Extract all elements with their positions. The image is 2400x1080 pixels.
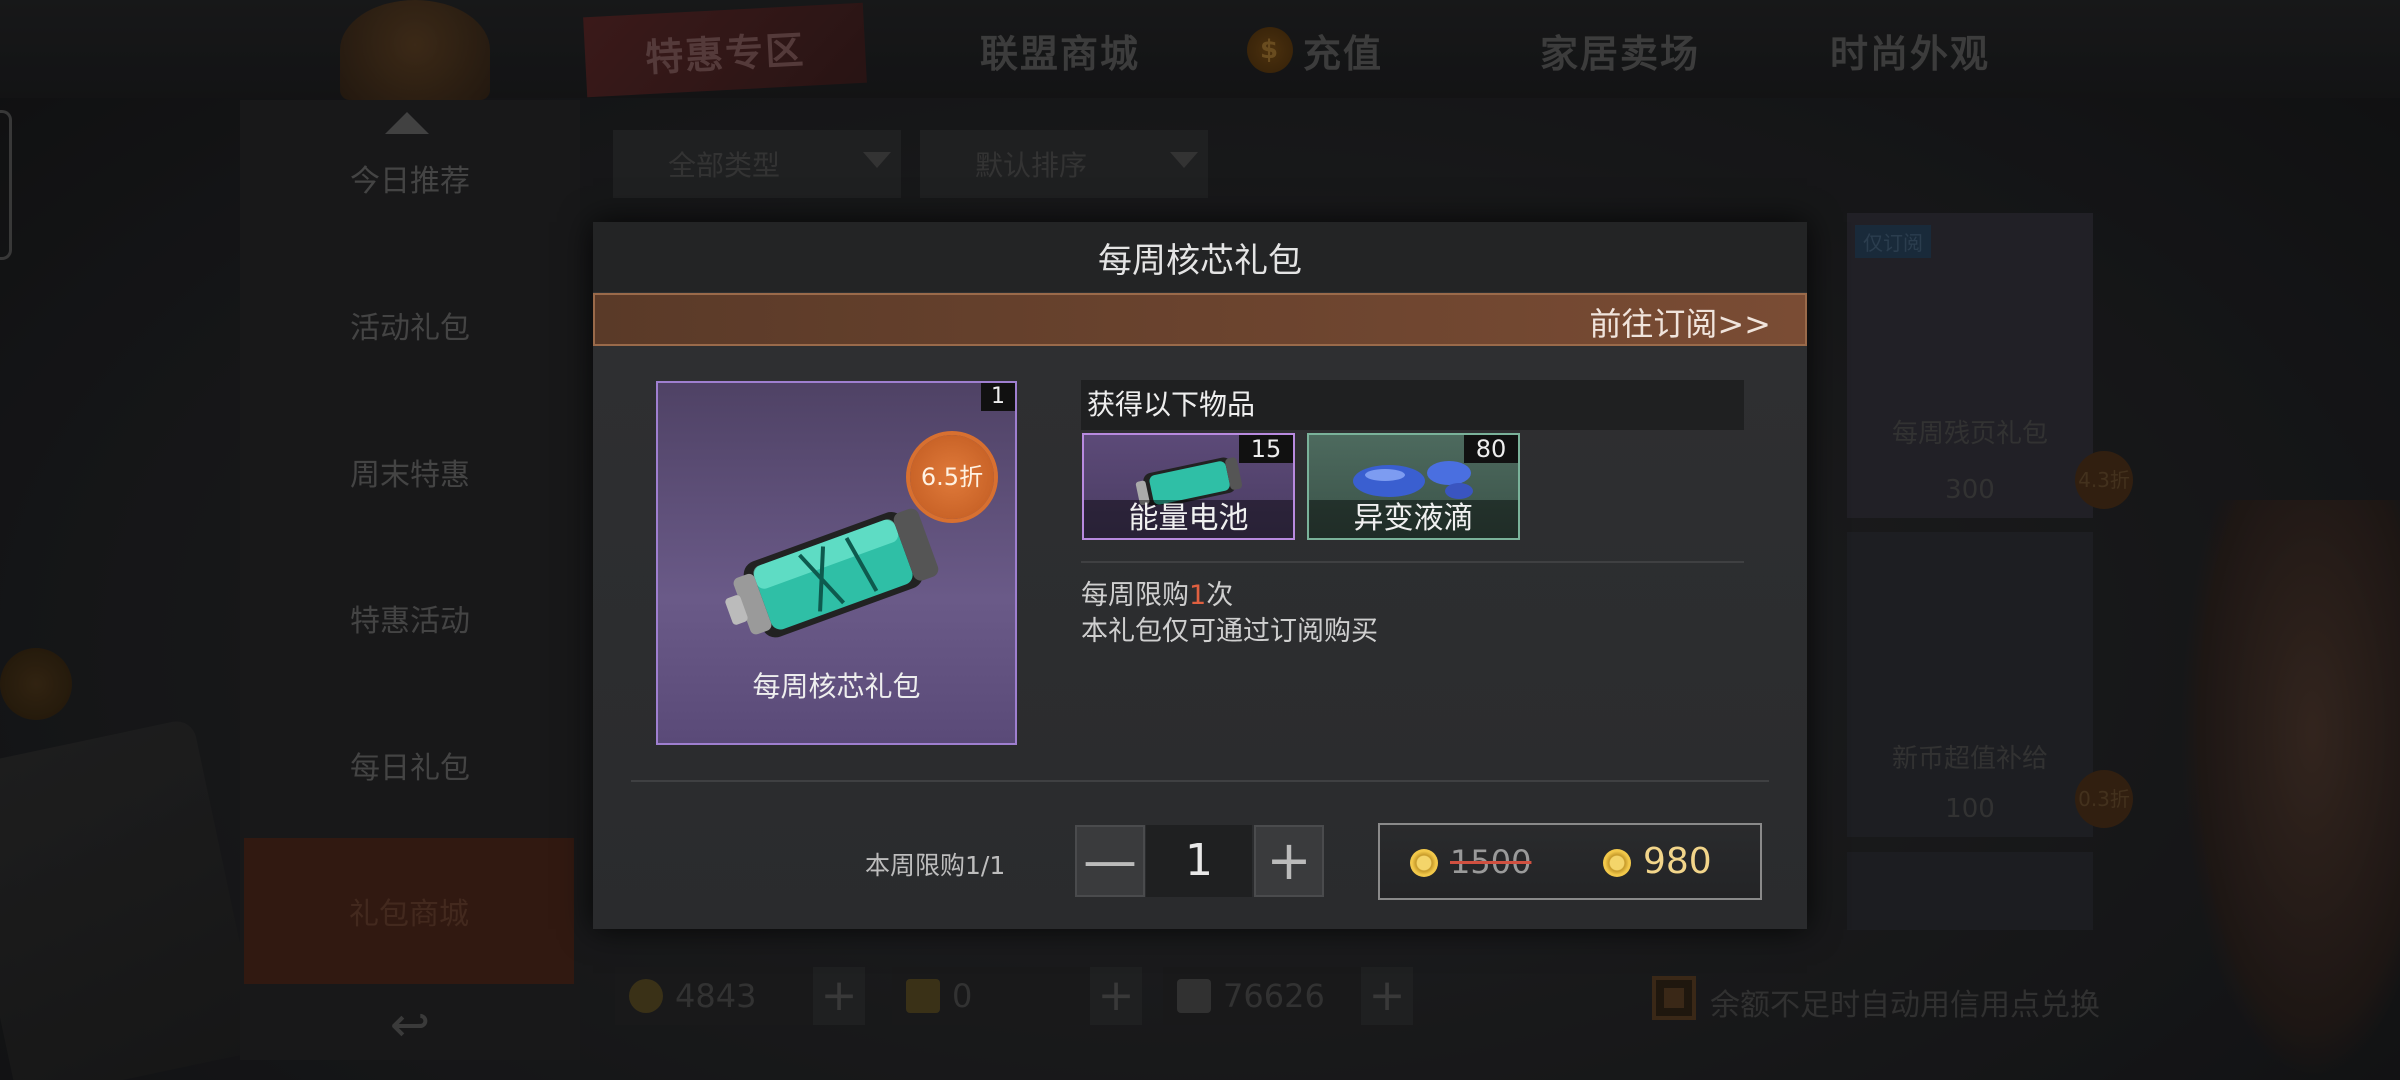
reward-item-energy-battery[interactable]: 15 能量电池: [1082, 433, 1295, 540]
limit-number: 1: [1189, 580, 1207, 611]
item-count: 15: [1239, 435, 1293, 463]
divider: [1081, 561, 1744, 563]
pack-count: 1: [981, 383, 1015, 411]
pack-preview-tile: 1 6.5折 每周核芯礼包: [656, 381, 1017, 745]
discount-badge: 6.5折: [910, 435, 994, 519]
gear-coin-icon: [1603, 849, 1631, 877]
reward-item-mutant-droplet[interactable]: 80 异变液滴: [1307, 433, 1520, 540]
subscribe-link[interactable]: 前往订阅>>: [1589, 299, 1771, 345]
weekly-limit-line: 每周限购1次: [1081, 578, 1378, 614]
gear-coin-icon: [1410, 849, 1438, 877]
item-name: 异变液滴: [1309, 500, 1518, 538]
item-count: 80: [1464, 435, 1518, 463]
discounted-price: 980: [1643, 841, 1712, 882]
limit-prefix: 每周限购: [1081, 580, 1189, 611]
divider: [631, 780, 1769, 782]
purchase-limit-info: 每周限购1次 本礼包仅可通过订阅购买: [1081, 578, 1378, 650]
purchase-price-button[interactable]: 1500 980: [1378, 823, 1762, 900]
pack-name: 每周核芯礼包: [752, 670, 921, 703]
decrease-quantity-button[interactable]: —: [1075, 825, 1145, 897]
subscribe-only-note: 本礼包仅可通过订阅购买: [1081, 616, 1378, 647]
item-name: 能量电池: [1084, 500, 1293, 538]
subscribe-banner[interactable]: 前往订阅>>: [593, 293, 1807, 346]
increase-quantity-button[interactable]: +: [1254, 825, 1324, 897]
original-price: 1500: [1450, 843, 1532, 881]
quantity-value[interactable]: 1: [1146, 825, 1252, 897]
modal-title: 每周核芯礼包: [593, 222, 1807, 292]
pack-detail-modal: 每周核芯礼包 前往订阅>> 1 6.5折 每周核芯礼包 获得以下物品 15 能量…: [593, 222, 1807, 929]
game-shop-screen: 特惠专区 联盟商城 $ 充值 家居卖场 时尚外观 今日推荐 活动礼包 周末特惠 …: [0, 0, 2400, 1080]
limit-suffix: 次: [1206, 580, 1234, 611]
week-limit-label: 本周限购1/1: [865, 851, 1006, 880]
obtain-header: 获得以下物品: [1081, 380, 1744, 430]
